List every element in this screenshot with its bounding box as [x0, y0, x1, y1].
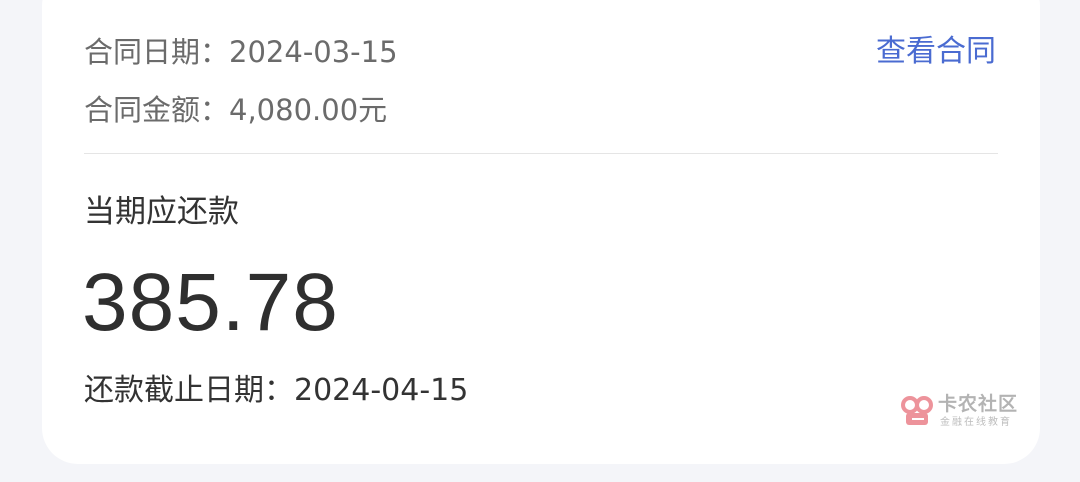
contract-amount-label: 合同金额：: [84, 93, 230, 127]
contract-amount-value: 4,080.00元: [229, 93, 388, 127]
deadline-row: 还款截止日期：2024-04-15: [84, 376, 468, 406]
watermark-subtitle: 金融在线教育: [940, 417, 1012, 428]
contract-date-value: 2024-03-15: [229, 35, 398, 69]
watermark-title: 卡农社区: [938, 393, 1019, 415]
kanong-logo-icon: [901, 396, 933, 425]
due-amount-label: 当期应还款: [84, 194, 239, 230]
contract-date-label: 合同日期：: [84, 35, 230, 69]
divider: [84, 153, 998, 154]
deadline-value: 2024-04-15: [294, 373, 469, 408]
contract-amount-row: 合同金额：4,080.00元: [84, 96, 387, 125]
contract-date-row: 合同日期：2024-03-15: [84, 38, 398, 67]
deadline-label: 还款截止日期：: [84, 373, 294, 408]
watermark: 卡农社区 金融在线教育: [900, 393, 1030, 433]
due-amount-value: 385.78: [82, 257, 339, 348]
view-contract-link[interactable]: 查看合同: [876, 37, 996, 67]
